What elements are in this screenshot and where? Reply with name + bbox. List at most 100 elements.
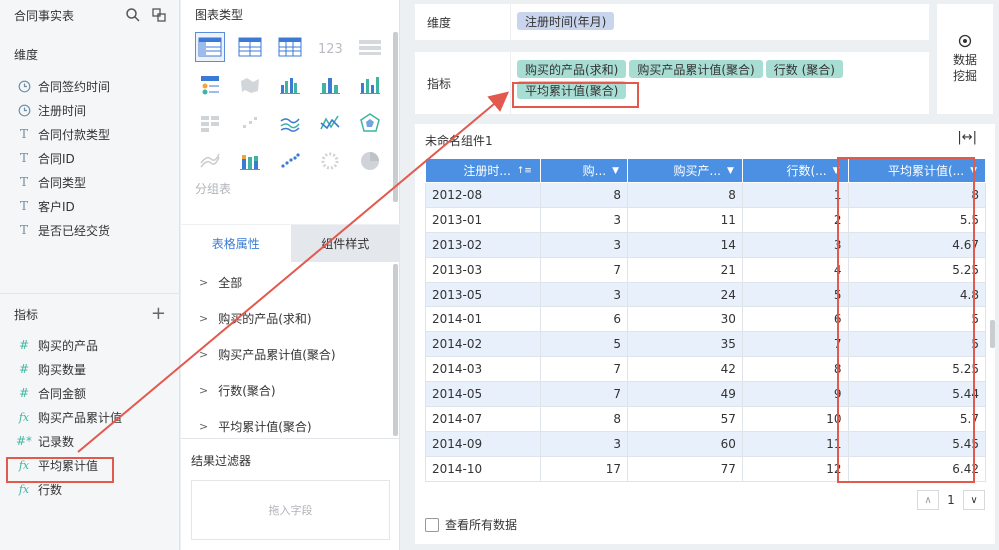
metric-field[interactable]: fx 购买产品累计值	[0, 405, 180, 429]
property-item[interactable]: > 全部	[181, 264, 400, 300]
stacked-bar-icon[interactable]	[235, 146, 265, 176]
chart-type-scrollbar[interactable]	[393, 32, 398, 202]
dimension-field[interactable]: 合同签约时间	[0, 74, 179, 98]
table-cell: 1	[741, 182, 849, 208]
pie-chart-icon[interactable]	[355, 146, 385, 176]
dimension-pill[interactable]: 注册时间(年月)	[517, 12, 615, 30]
table-cell: 3	[741, 231, 849, 258]
dataset-title: 合同事实表	[14, 8, 75, 23]
dropdown-caret-icon[interactable]: ▼	[727, 166, 734, 176]
table-cell: 4	[741, 256, 849, 283]
column-header[interactable]: 购... ▼	[539, 158, 629, 183]
dimension-field[interactable]: T 是否已经交货	[0, 218, 179, 242]
grouped-bar-icon[interactable]	[275, 70, 305, 100]
combo-chart-icon[interactable]	[315, 108, 345, 138]
property-item[interactable]: > 购买产品累计值(聚合)	[181, 336, 400, 372]
radar-chart-icon[interactable]	[355, 108, 385, 138]
tab-table-properties[interactable]: 表格属性	[181, 225, 291, 262]
filter-component-icon[interactable]	[195, 70, 225, 100]
dimension-field[interactable]: 注册时间	[0, 98, 179, 122]
dimension-shelf[interactable]: 维度 注册时间(年月)	[415, 4, 929, 40]
metric-section-label: 指标 +	[14, 303, 166, 324]
dropdown-caret-icon[interactable]: ▼	[612, 166, 619, 176]
table-cell: 8	[627, 182, 743, 208]
metric-field[interactable]: #* 记录数	[0, 429, 180, 453]
tab-component-style[interactable]: 组件样式	[290, 225, 400, 262]
plus-icon[interactable]: +	[151, 305, 166, 323]
multi-bar-icon[interactable]	[355, 70, 385, 100]
map-icon[interactable]	[235, 70, 265, 100]
metric-field[interactable]: # 购买数量	[0, 357, 180, 381]
field-label: 购买数量	[38, 362, 87, 377]
field-label: 记录数	[38, 434, 75, 449]
number-field-icon: #*	[15, 434, 33, 448]
sort-icon[interactable]: ↑≡	[517, 166, 532, 176]
line-chart-icon[interactable]	[275, 108, 305, 138]
next-page-button[interactable]: ∨	[963, 490, 985, 510]
property-scrollbar[interactable]	[393, 264, 398, 436]
table-cell: 2014-02	[425, 331, 541, 358]
metric-shelf[interactable]: 指标 购买的产品(求和) 购买产品累计值(聚合) 行数 (聚合) 平均累计值(聚合)	[415, 52, 929, 114]
chevron-right-icon: >	[199, 383, 209, 397]
dimension-field[interactable]: T 客户ID	[0, 194, 179, 218]
group-table-icon[interactable]	[195, 32, 225, 62]
highlight-box	[512, 82, 639, 108]
field-panel: 合同事实表 维度 合同签约时间 注册时间 T 合同付款类型 T 合同ID T 合同类型 T 客户I…	[0, 0, 180, 550]
column-header[interactable]: 注册时... ↑≡	[425, 158, 541, 183]
property-item[interactable]: > 购买的产品(求和)	[181, 300, 400, 336]
bar-chart-icon[interactable]	[315, 70, 345, 100]
table-cell: 2014-10	[425, 455, 541, 482]
divider	[181, 438, 400, 439]
property-item[interactable]: > 行数(聚合)	[181, 372, 400, 408]
heatmap-table-icon[interactable]	[195, 108, 225, 138]
formula-icon: fx	[18, 410, 30, 424]
chart-type-title: 图表类型	[195, 8, 244, 22]
field-label: 注册时间	[38, 103, 87, 118]
field-label: 合同ID	[38, 151, 75, 166]
column-header[interactable]: 行数(... ▼	[741, 158, 849, 183]
text-field-icon: T	[19, 127, 28, 141]
scatter-plot-icon[interactable]	[275, 146, 305, 176]
field-label: 客户ID	[38, 199, 75, 214]
list-icon[interactable]	[355, 32, 385, 62]
result-filter-dropzone[interactable]: 拖入字段	[191, 480, 390, 540]
table-cell: 2013-01	[425, 206, 541, 233]
table-cell: 3	[539, 430, 629, 457]
dimension-field[interactable]: T 合同ID	[0, 146, 179, 170]
metric-field[interactable]: # 合同金额	[0, 381, 180, 405]
table-cell: 3	[539, 206, 629, 233]
dimension-field[interactable]: T 合同付款类型	[0, 122, 179, 146]
view-all-checkbox[interactable]	[425, 517, 439, 532]
expand-width-icon[interactable]: |↔|	[957, 130, 977, 145]
column-header[interactable]: 购买产... ▼	[627, 158, 743, 183]
column-header-label: 购...	[582, 164, 607, 178]
view-all-data[interactable]: 查看所有数据	[425, 516, 517, 533]
field-label: 合同类型	[38, 175, 87, 190]
switch-dataset-icon[interactable]	[151, 7, 167, 23]
kpi-number-icon[interactable]: 123	[315, 32, 345, 62]
number-field-icon: #	[18, 362, 30, 376]
detail-table-icon[interactable]	[235, 32, 265, 62]
data-mining-button[interactable]: 数据挖掘	[937, 4, 993, 114]
metric-pill[interactable]: 行数 (聚合)	[765, 60, 843, 78]
search-icon[interactable]	[125, 7, 141, 23]
table-cell: 6	[539, 306, 629, 333]
area-chart-icon[interactable]	[195, 146, 225, 176]
table-scrollbar[interactable]	[990, 320, 995, 348]
dimension-field[interactable]: T 合同类型	[0, 170, 179, 194]
table-cell: 60	[627, 430, 743, 457]
metric-pill[interactable]: 购买的产品(求和)	[517, 60, 627, 78]
clock-icon	[16, 80, 32, 93]
bubble-chart-icon[interactable]	[315, 146, 345, 176]
metric-pill[interactable]: 购买产品累计值(聚合)	[629, 60, 763, 78]
metric-field[interactable]: # 购买的产品	[0, 333, 180, 357]
editor-area: 维度 注册时间(年月) 指标 购买的产品(求和) 购买产品累计值(聚合) 行数 (聚…	[401, 0, 999, 550]
table-cell: 7	[539, 381, 629, 408]
table-cell: 5	[539, 331, 629, 358]
prev-page-button[interactable]: ∧	[917, 490, 939, 510]
field-label: 合同签约时间	[38, 79, 111, 94]
widget-title[interactable]: 未命名组件1	[425, 132, 493, 149]
field-label: 行数	[38, 482, 63, 497]
scatter-small-icon[interactable]	[235, 108, 265, 138]
cross-table-icon[interactable]	[275, 32, 305, 62]
